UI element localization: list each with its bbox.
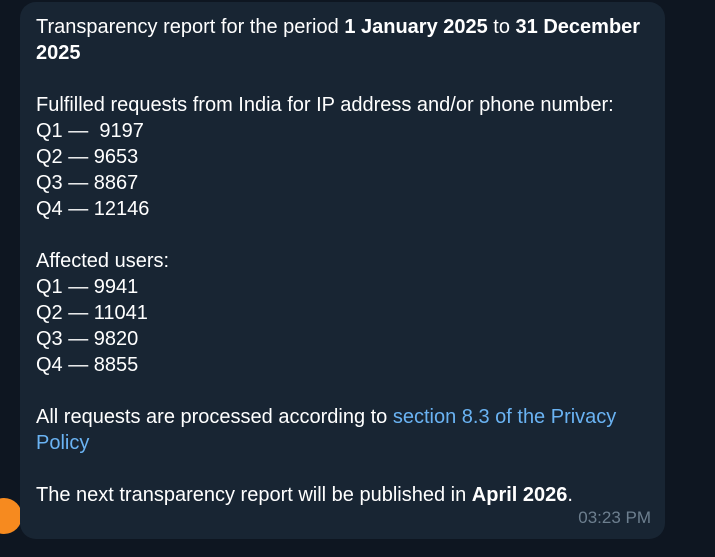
header-prefix: Transparency report for the period [36,16,345,38]
next-report-suffix: . [567,484,573,506]
sender-avatar[interactable] [0,498,22,534]
fulfilled-title: Fulfilled requests from India for IP add… [36,94,614,116]
next-report-line: The next transparency report will be pub… [36,482,649,508]
affected-row: Q2 — 11041 [36,302,148,324]
policy-line: All requests are processed according to … [36,404,649,456]
report-header: Transparency report for the period 1 Jan… [36,14,649,66]
message-bubble[interactable]: Transparency report for the period 1 Jan… [20,2,665,539]
fulfilled-row: Q3 — 8867 [36,172,139,194]
fulfilled-row: Q2 — 9653 [36,146,139,168]
affected-row: Q4 — 8855 [36,354,139,376]
message-timestamp: 03:23 PM [578,508,651,527]
affected-title: Affected users: [36,250,170,272]
next-report-prefix: The next transparency report will be pub… [36,484,472,506]
chat-area: Transparency report for the period 1 Jan… [0,0,715,557]
fulfilled-row: Q1 — 9197 [36,120,144,142]
header-middle: to [487,16,516,38]
start-date: 1 January 2025 [344,16,488,38]
affected-row: Q1 — 9941 [36,276,139,298]
fulfilled-row: Q4 — 12146 [36,198,150,220]
affected-row: Q3 — 9820 [36,328,139,350]
policy-prefix: All requests are processed according to [36,406,393,428]
next-report-date: April 2026 [471,484,568,506]
